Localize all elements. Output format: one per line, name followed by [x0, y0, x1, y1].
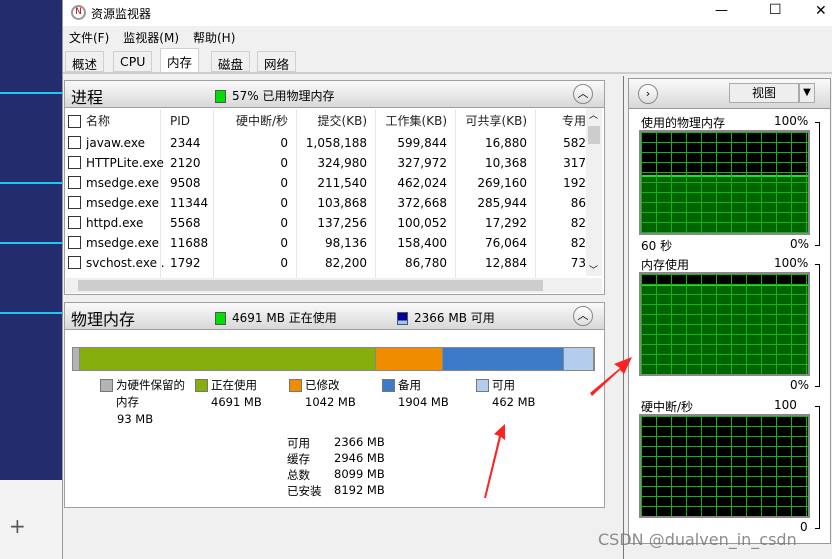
annotation-arrows: [484, 357, 632, 498]
red-arrow: [484, 424, 505, 498]
red-arrow: [590, 357, 632, 396]
watermark: CSDN @dualven_in_csdn: [598, 530, 797, 549]
